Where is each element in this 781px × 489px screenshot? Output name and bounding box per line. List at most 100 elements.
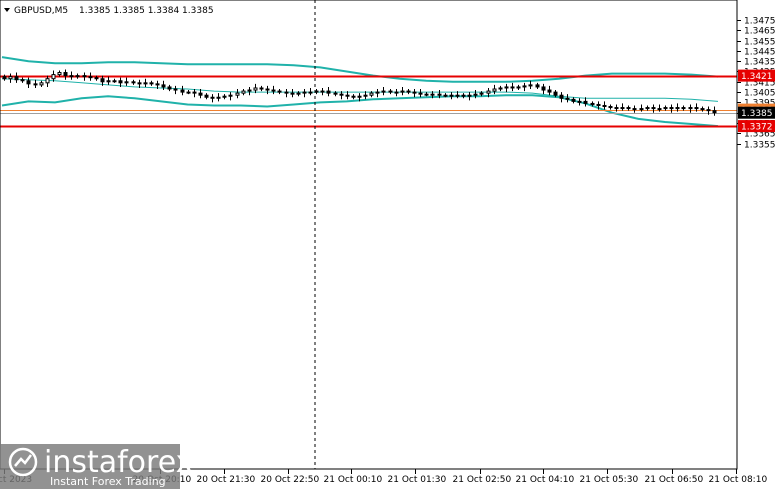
candle-body [198, 92, 203, 96]
candle-body [565, 97, 570, 100]
y-tick-label: 1.3405 [744, 89, 776, 99]
candle-body [632, 108, 637, 111]
x-tick-label: 21 Oct 00:10 [324, 475, 383, 485]
candle-body [400, 90, 405, 93]
candle-body [583, 100, 588, 104]
y-tick-label: 1.3455 [744, 38, 776, 48]
candle-body [345, 94, 350, 97]
x-tick-label: 21 Oct 04:10 [516, 475, 575, 485]
y-tick-label: 1.3355 [744, 141, 776, 151]
candle-body [33, 83, 38, 86]
candle-body [639, 108, 644, 111]
candle-body [284, 91, 289, 94]
candle-body [235, 92, 240, 96]
candle-body [357, 95, 362, 98]
watermark-tagline: Instant Forex Trading [50, 475, 166, 488]
candle-body [437, 93, 442, 96]
candle-body [590, 102, 595, 105]
candle-body [39, 82, 44, 86]
level-tag-1.3421: 1.3421 [741, 72, 773, 82]
y-tick-label: 1.3445 [744, 48, 776, 58]
candle-body [418, 92, 423, 95]
candle-body [479, 92, 484, 95]
candle-body [669, 107, 674, 110]
candle-body [516, 86, 521, 89]
candle-body [424, 93, 429, 96]
candle-body [167, 86, 172, 90]
x-tick-label: 21 Oct 01:30 [388, 475, 447, 485]
price-chart[interactable]: 1.34751.34651.34551.34451.34351.34251.34… [0, 0, 781, 489]
x-tick-label: 21 Oct 06:50 [645, 475, 704, 485]
x-tick-label: 21 Oct 02:50 [453, 475, 512, 485]
candle-body [412, 91, 417, 94]
candle-body [596, 103, 601, 106]
candle-body [26, 80, 31, 85]
candle-body [620, 107, 625, 110]
candle-body [161, 84, 166, 88]
y-tick-label: 1.3475 [744, 17, 776, 27]
y-tick-label: 1.3465 [744, 27, 776, 37]
x-tick-label: 20 Oct 22:50 [261, 475, 320, 485]
candle-body [308, 91, 313, 94]
instaforex-watermark: instaforex Instant Forex Trading [0, 444, 193, 489]
candle-body [388, 90, 393, 93]
candle-body [82, 75, 87, 78]
candle-body [124, 81, 129, 84]
candle-body [118, 80, 123, 84]
candle-body [528, 84, 533, 87]
candle-body [241, 90, 246, 94]
candle-body [406, 90, 411, 93]
candle-body [290, 92, 295, 95]
x-tick-label: 21 Oct 05:30 [580, 475, 639, 485]
candle-body [651, 107, 656, 110]
candle-body [461, 94, 466, 97]
candle-body [541, 86, 546, 91]
candle-body [571, 98, 576, 102]
candle-body [706, 109, 711, 112]
candle-body [449, 94, 454, 97]
candle-body [14, 76, 19, 81]
candle-body [204, 94, 209, 98]
candle-body [259, 87, 264, 90]
candle-body [106, 80, 111, 83]
candle-body [443, 94, 448, 97]
y-tick-label: 1.3435 [744, 58, 776, 68]
candle-body [247, 89, 252, 92]
candle-body [473, 93, 478, 96]
candle-body [192, 91, 197, 94]
candle-body [455, 94, 460, 97]
candle-body [394, 91, 399, 94]
candle-body [430, 93, 435, 96]
candle-body [712, 110, 717, 114]
candle-body [369, 92, 374, 96]
candle-body [69, 75, 74, 78]
candle-body [180, 89, 185, 93]
candle-body [137, 82, 142, 85]
candle-body [375, 91, 380, 94]
candle-body [222, 95, 227, 98]
candle-body [614, 107, 619, 110]
candle-body [688, 107, 693, 110]
symbol-timeframe-label: GBPUSD,M5 [14, 6, 68, 16]
candle-body [8, 76, 13, 80]
candle-body [186, 91, 191, 94]
candle-body [577, 100, 582, 103]
candle-body [498, 87, 503, 90]
candle-body [320, 90, 325, 93]
candle-body [645, 107, 650, 110]
candle-body [657, 108, 662, 111]
candle-body [675, 107, 680, 110]
candle-body [467, 94, 472, 97]
x-tick-label: 21 Oct 08:10 [709, 475, 768, 485]
candle-body [694, 107, 699, 110]
candle-body [553, 91, 558, 96]
candle-body [700, 108, 705, 111]
chart-header: GBPUSD,M5 1.3385 1.3385 1.3384 1.3385 [4, 6, 214, 16]
candle-body [228, 94, 233, 97]
current-price-tag: 1.3385 [741, 109, 773, 119]
candle-body [626, 107, 631, 110]
candle-body [381, 90, 386, 93]
candle-body [351, 95, 356, 98]
candle-body [271, 89, 276, 92]
candle-body [2, 76, 7, 80]
